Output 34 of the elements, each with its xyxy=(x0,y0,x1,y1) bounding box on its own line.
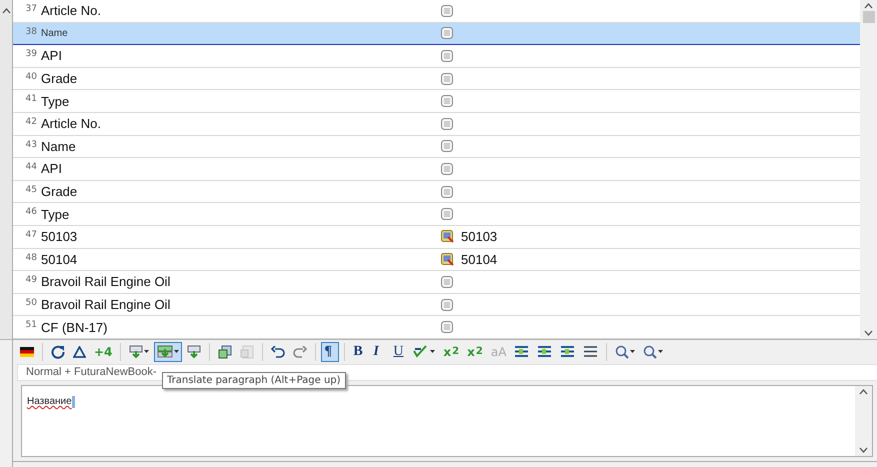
source-text: Name xyxy=(41,138,77,154)
source-text: Grade xyxy=(41,184,78,200)
target-text: 50103 xyxy=(461,229,498,244)
line-number: 42 xyxy=(24,116,38,127)
line-number: 39 xyxy=(24,49,38,60)
editor-text: Название xyxy=(27,396,72,409)
source-text: API xyxy=(41,161,63,176)
source-text: Name xyxy=(41,28,69,39)
line-number: 50 xyxy=(24,298,38,308)
line-number: 51 xyxy=(24,320,38,330)
tooltip: Translate paragraph (Alt+Page up) xyxy=(162,372,346,389)
source-text: Type xyxy=(41,206,70,222)
line-number: 41 xyxy=(24,94,38,104)
line-number: 43 xyxy=(24,140,38,150)
source-text: Article No. xyxy=(41,3,102,18)
line-number: 48 xyxy=(24,252,38,263)
line-number: 47 xyxy=(24,230,38,240)
source-text: Type xyxy=(41,94,70,109)
line-number: 38 xyxy=(24,26,38,37)
target-text: 50104 xyxy=(461,252,498,267)
source-text: 50104 xyxy=(41,252,78,267)
source-text: CF (BN-17) xyxy=(41,320,108,335)
line-number: 46 xyxy=(24,207,38,218)
source-text: API xyxy=(41,48,63,64)
line-number: 40 xyxy=(24,72,38,82)
line-number: 37 xyxy=(24,4,38,14)
line-number: 44 xyxy=(24,162,38,172)
source-text: Bravoil Rail Engine Oil xyxy=(41,297,172,312)
line-number: 45 xyxy=(24,184,38,195)
source-text: Bravoil Rail Engine Oil xyxy=(41,274,172,290)
line-number: 49 xyxy=(24,275,38,286)
source-text: Grade xyxy=(41,71,78,86)
source-text: 50103 xyxy=(41,229,78,244)
source-text: Article No. xyxy=(41,116,102,132)
